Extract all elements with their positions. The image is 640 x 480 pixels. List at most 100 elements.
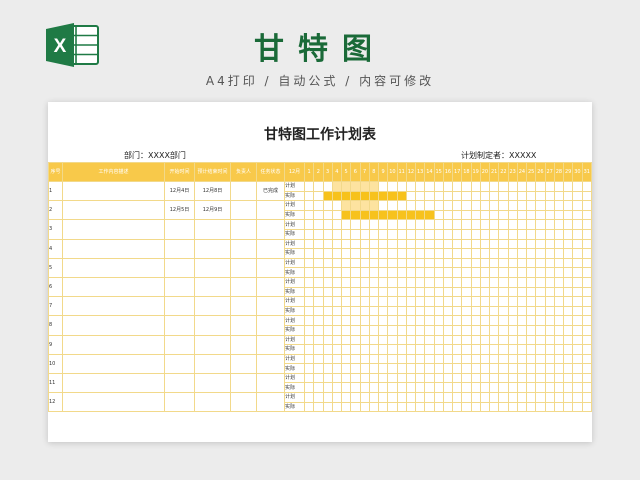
day-cell[interactable] — [377, 315, 389, 326]
day-cell[interactable] — [581, 181, 592, 192]
day-cell[interactable] — [535, 190, 546, 202]
day-cell[interactable] — [350, 353, 361, 365]
day-cell[interactable] — [387, 344, 398, 355]
day-cell[interactable] — [479, 267, 491, 278]
cell-status[interactable] — [256, 200, 285, 221]
day-cell[interactable] — [562, 382, 574, 394]
day-cell[interactable] — [488, 286, 500, 298]
day-cell[interactable] — [516, 286, 528, 298]
day-cell[interactable] — [479, 248, 491, 259]
day-cell[interactable] — [562, 344, 574, 355]
day-cell[interactable] — [479, 315, 491, 326]
gantt-bar-actual[interactable] — [368, 190, 380, 202]
day-cell[interactable] — [331, 209, 343, 221]
day-cell[interactable] — [387, 200, 398, 211]
day-cell[interactable] — [377, 267, 389, 278]
cell-start[interactable] — [164, 353, 195, 374]
day-cell[interactable] — [544, 363, 555, 374]
day-cell[interactable] — [303, 392, 315, 403]
day-cell[interactable] — [331, 315, 343, 326]
day-cell[interactable] — [322, 286, 333, 298]
day-cell[interactable] — [377, 324, 389, 336]
day-cell[interactable] — [461, 363, 472, 374]
day-cell[interactable] — [414, 200, 426, 211]
day-cell[interactable] — [396, 248, 407, 259]
day-cell[interactable] — [516, 219, 528, 230]
day-cell[interactable] — [498, 344, 509, 355]
day-cell[interactable] — [507, 200, 518, 211]
day-cell[interactable] — [424, 296, 435, 307]
day-cell[interactable] — [442, 276, 454, 288]
day-cell[interactable] — [313, 324, 324, 336]
day-cell[interactable] — [572, 382, 583, 394]
day-cell[interactable] — [405, 257, 417, 269]
day-cell[interactable] — [451, 334, 463, 346]
day-cell[interactable] — [581, 401, 592, 413]
day-cell[interactable] — [461, 276, 472, 288]
day-cell[interactable] — [470, 401, 481, 413]
day-cell[interactable] — [498, 267, 509, 278]
day-cell[interactable] — [498, 382, 509, 394]
day-cell[interactable] — [470, 382, 481, 394]
day-cell[interactable] — [525, 344, 537, 355]
cell-no[interactable]: 6 — [48, 276, 63, 298]
day-cell[interactable] — [507, 401, 518, 413]
day-cell[interactable] — [322, 344, 333, 355]
cell-desc[interactable] — [62, 200, 165, 221]
day-cell[interactable] — [433, 372, 444, 384]
day-cell[interactable] — [470, 296, 481, 307]
day-cell[interactable] — [405, 324, 417, 336]
day-cell[interactable] — [553, 267, 565, 278]
gantt-bar-actual[interactable] — [350, 209, 361, 221]
day-cell[interactable] — [442, 228, 454, 240]
day-cell[interactable] — [572, 372, 583, 384]
cell-no[interactable]: 12 — [48, 392, 63, 413]
day-cell[interactable] — [581, 363, 592, 374]
cell-owner[interactable] — [230, 334, 257, 355]
day-cell[interactable] — [368, 315, 380, 326]
day-cell[interactable] — [368, 257, 380, 269]
day-cell[interactable] — [405, 363, 417, 374]
day-cell[interactable] — [433, 267, 444, 278]
day-cell[interactable] — [359, 238, 370, 250]
day-cell[interactable] — [331, 324, 343, 336]
day-cell[interactable] — [507, 267, 518, 278]
day-cell[interactable] — [322, 296, 333, 307]
day-cell[interactable] — [442, 190, 454, 202]
day-cell[interactable] — [396, 181, 407, 192]
day-cell[interactable] — [553, 238, 565, 250]
day-cell[interactable] — [433, 219, 444, 230]
day-cell[interactable] — [572, 267, 583, 278]
cell-no[interactable]: 9 — [48, 334, 63, 355]
day-cell[interactable] — [424, 401, 435, 413]
day-cell[interactable] — [553, 181, 565, 192]
day-cell[interactable] — [405, 353, 417, 365]
day-cell[interactable] — [387, 324, 398, 336]
day-cell[interactable] — [414, 372, 426, 384]
day-cell[interactable] — [581, 315, 592, 326]
day-cell[interactable] — [303, 334, 315, 346]
day-cell[interactable] — [451, 363, 463, 374]
day-cell[interactable] — [350, 257, 361, 269]
day-cell[interactable] — [498, 392, 509, 403]
day-cell[interactable] — [322, 315, 333, 326]
day-cell[interactable] — [313, 363, 324, 374]
day-cell[interactable] — [405, 392, 417, 403]
day-cell[interactable] — [368, 296, 380, 307]
day-cell[interactable] — [303, 267, 315, 278]
day-cell[interactable] — [470, 286, 481, 298]
day-cell[interactable] — [479, 401, 491, 413]
day-cell[interactable] — [544, 401, 555, 413]
day-cell[interactable] — [562, 353, 574, 365]
day-cell[interactable] — [424, 276, 435, 288]
day-cell[interactable] — [442, 392, 454, 403]
cell-desc[interactable] — [62, 180, 165, 202]
day-cell[interactable] — [488, 248, 500, 259]
day-cell[interactable] — [553, 324, 565, 336]
day-cell[interactable] — [340, 372, 352, 384]
day-cell[interactable] — [340, 219, 352, 230]
day-cell[interactable] — [451, 181, 463, 192]
day-cell[interactable] — [562, 190, 574, 202]
day-cell[interactable] — [535, 344, 546, 355]
day-cell[interactable] — [303, 353, 315, 365]
